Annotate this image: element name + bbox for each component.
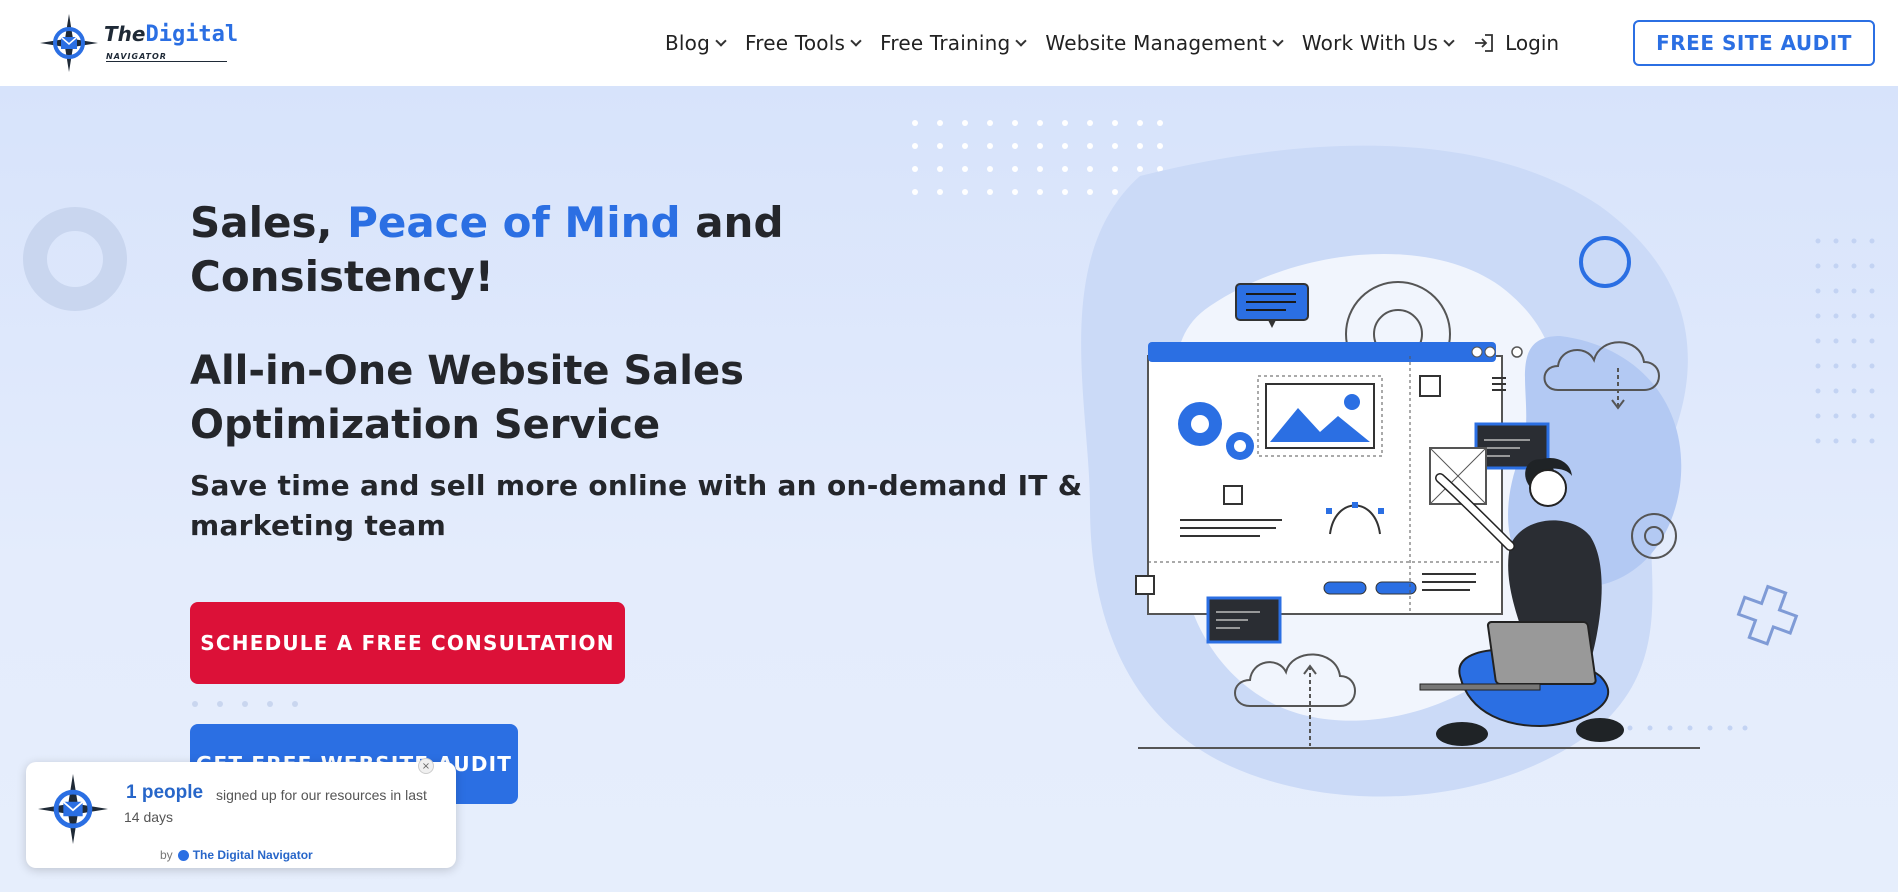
logo-wordmark: TheDigital NAVIGATOR <box>104 24 238 62</box>
free-site-audit-button[interactable]: FREE SITE AUDIT <box>1633 20 1875 66</box>
by-label: by <box>160 848 173 862</box>
hero-headline: Sales, Peace of Mind and Consistency! <box>190 196 910 304</box>
verified-check-icon <box>177 849 189 861</box>
nav-item-label: Website Management <box>1045 31 1267 55</box>
notification-text: signed up for our resources in last <box>216 787 427 803</box>
chevron-down-icon <box>850 35 862 47</box>
logo-the: The <box>104 22 146 46</box>
notification-count: 1 people <box>126 782 204 803</box>
compass-logo-icon <box>38 774 108 844</box>
chevron-down-icon <box>1443 35 1455 47</box>
chevron-down-icon <box>715 35 727 47</box>
main-nav: Blog Free Tools Free Training Website Ma… <box>665 0 1559 86</box>
headline-part1: Sales, <box>190 198 348 247</box>
chevron-down-icon <box>1015 35 1028 47</box>
compass-logo-icon <box>40 14 98 72</box>
nav-item-label: Blog <box>665 31 711 55</box>
attribution-brand: The Digital Navigator <box>192 848 313 862</box>
schedule-consultation-button[interactable]: SCHEDULE A FREE CONSULTATION <box>190 602 625 684</box>
chevron-down-icon <box>1272 35 1284 47</box>
notification-attribution: by The Digital Navigator <box>160 848 313 862</box>
notification-period: 14 days <box>124 809 174 825</box>
site-header: TheDigital NAVIGATOR Blog Free Tools Fre… <box>0 0 1898 86</box>
nav-item-free-training[interactable]: Free Training <box>880 31 1028 55</box>
nav-item-free-tools[interactable]: Free Tools <box>745 31 862 55</box>
cloud-download-icon <box>1543 341 1660 391</box>
nav-item-label: Free Training <box>880 31 1011 55</box>
login-label: Login <box>1505 31 1560 55</box>
nav-item-label: Work With Us <box>1301 31 1439 55</box>
web-design-illustration <box>1135 281 1700 749</box>
logo-digital: Digital <box>145 22 239 47</box>
site-logo[interactable]: TheDigital NAVIGATOR <box>40 12 240 74</box>
nav-item-work-with-us[interactable]: Work With Us <box>1301 31 1455 55</box>
login-link[interactable]: Login <box>1473 31 1559 55</box>
headline-accent: Peace of Mind <box>347 198 681 247</box>
social-proof-notification[interactable]: 1 people signed up for our resources in … <box>26 762 456 868</box>
cloud-upload-icon <box>1234 653 1356 707</box>
nav-item-website-management[interactable]: Website Management <box>1045 31 1284 55</box>
login-icon <box>1475 34 1493 52</box>
hero-subheadline: All-in-One Website Sales Optimization Se… <box>190 348 744 448</box>
hero-tagline: Save time and sell more online with an o… <box>190 469 1083 542</box>
close-notification-button[interactable]: × <box>418 758 434 774</box>
nav-item-blog[interactable]: Blog <box>665 31 727 55</box>
logo-subtitle: NAVIGATOR <box>106 53 227 62</box>
nav-item-label: Free Tools <box>745 31 846 55</box>
gear-icon <box>1631 513 1677 559</box>
